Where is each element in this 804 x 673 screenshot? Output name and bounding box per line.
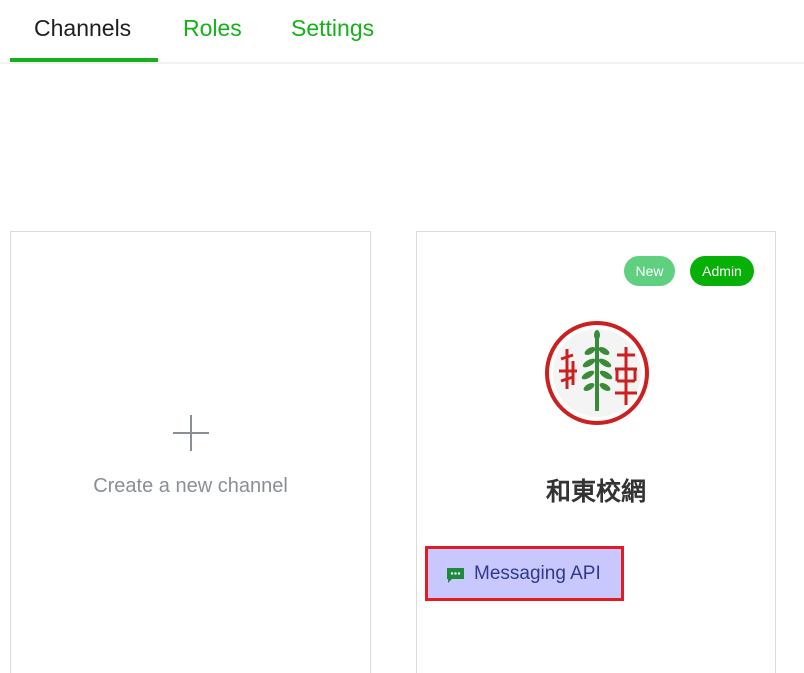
tab-settings[interactable]: Settings xyxy=(291,14,374,42)
create-channel-label: Create a new channel xyxy=(93,475,288,497)
messaging-api-label[interactable]: Messaging API xyxy=(425,546,624,601)
channel-name: 和東校網 xyxy=(545,477,646,506)
channel-type-label: Messaging API xyxy=(474,563,601,584)
admin-badge: Admin xyxy=(690,256,754,286)
create-channel-card[interactable]: Create a new channel xyxy=(10,231,371,673)
channel-card[interactable]: New Admin 和東校網 Messaging API xyxy=(416,231,776,673)
channels-page: Channels Roles Settings Create a new cha… xyxy=(0,0,804,673)
chat-bubble-icon xyxy=(447,568,464,583)
tab-channels[interactable]: Channels xyxy=(34,14,131,42)
channel-logo xyxy=(545,321,649,425)
tab-bar: Channels Roles Settings xyxy=(0,0,804,64)
tab-roles[interactable]: Roles xyxy=(183,14,242,42)
new-badge: New xyxy=(624,256,675,286)
plus-icon xyxy=(173,415,209,451)
active-tab-indicator xyxy=(10,58,158,62)
